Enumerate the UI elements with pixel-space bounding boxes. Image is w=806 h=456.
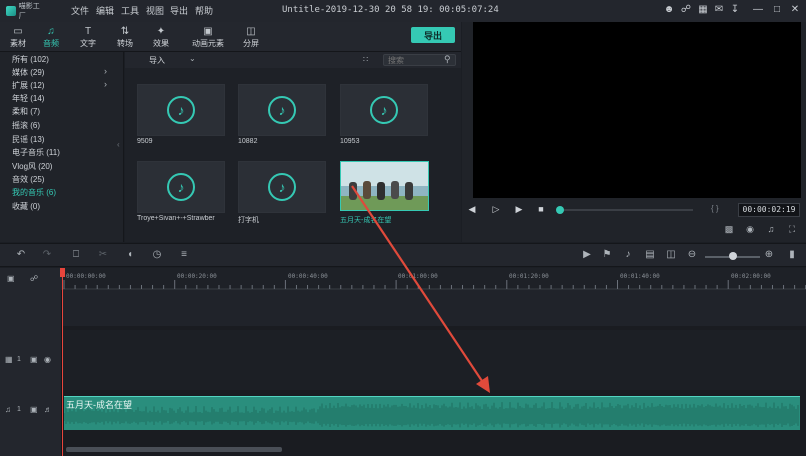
annotation-arrow bbox=[351, 185, 490, 393]
